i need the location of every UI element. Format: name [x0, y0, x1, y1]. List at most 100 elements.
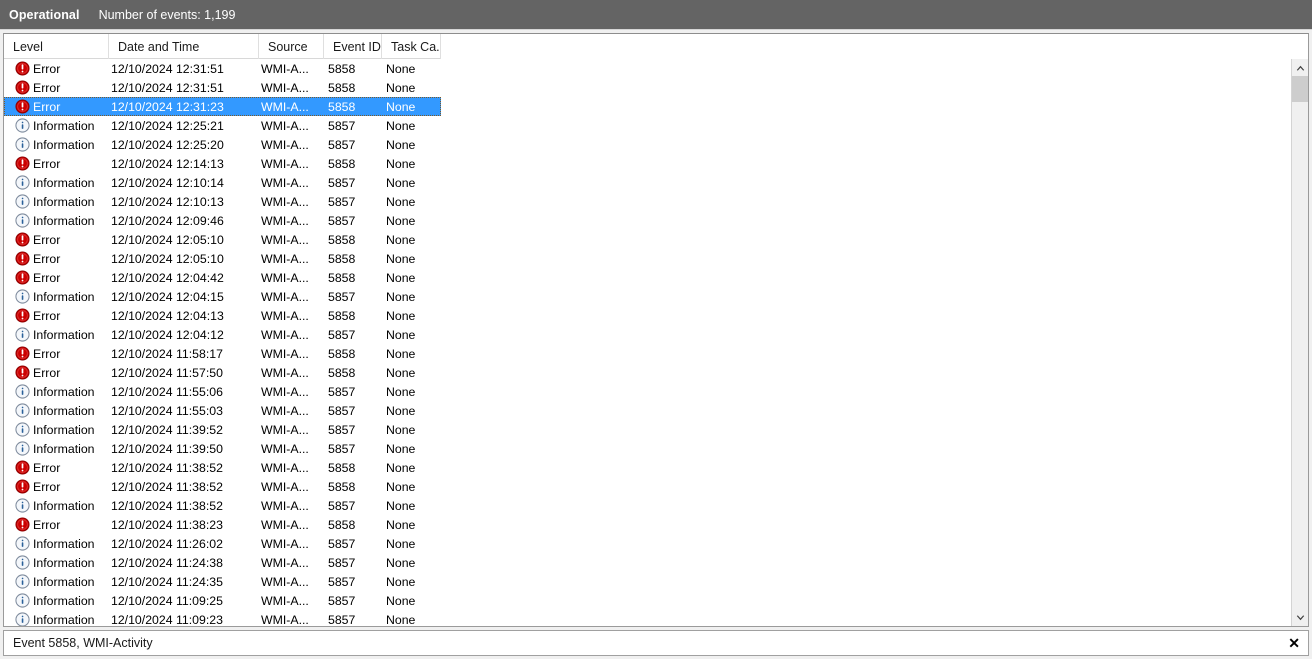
cell-level: Error [4, 346, 109, 361]
cell-source: WMI-A... [261, 593, 309, 608]
scroll-up-button[interactable] [1292, 59, 1308, 76]
table-row[interactable]: Error 12/10/2024 11:58:17 WMI-A... 5858 None [4, 344, 1308, 363]
table-row[interactable]: Information 12/10/2024 11:09:23 WMI-A... 58… [4, 610, 1308, 626]
table-row[interactable]: Information 12/10/2024 12:25:20 WMI-A... 58… [4, 135, 1308, 154]
table-row[interactable]: Error 12/10/2024 11:38:23 WMI-A... 5858 None [4, 515, 1308, 534]
table-row[interactable]: Error 12/10/2024 12:14:13 WMI-A... 5858 None [4, 154, 1308, 173]
table-row[interactable]: Information 12/10/2024 11:39:50 WMI-A... 58… [4, 439, 1308, 458]
table-row[interactable]: Information 12/10/2024 12:25:21 WMI-A... 58… [4, 116, 1308, 135]
table-row[interactable]: Error 12/10/2024 12:05:10 WMI-A... 5858 None [4, 249, 1308, 268]
cell-eventid: 5857 [328, 574, 356, 589]
cell-task: None [386, 270, 416, 285]
cell-datetime: 12/10/2024 11:09:25 [111, 593, 223, 608]
table-row[interactable]: Information 12/10/2024 12:10:14 WMI-A... 58… [4, 173, 1308, 192]
cell-source: WMI-A... [261, 612, 309, 627]
log-name: Operational [9, 7, 80, 22]
column-header-level[interactable]: Level [4, 34, 109, 59]
table-row[interactable]: Error 12/10/2024 12:31:51 WMI-A... 5858 None [4, 78, 1308, 97]
level-label: Information [33, 213, 95, 228]
cell-source: WMI-A... [261, 137, 309, 152]
table-row[interactable]: Error 12/10/2024 12:05:10 WMI-A... 5858 None [4, 230, 1308, 249]
level-label: Information [33, 194, 95, 209]
table-row[interactable]: Information 12/10/2024 12:04:12 WMI-A... 58… [4, 325, 1308, 344]
error-icon [15, 99, 30, 114]
cell-task: None [386, 555, 416, 570]
table-row[interactable]: Error 12/10/2024 12:04:13 WMI-A... 5858 None [4, 306, 1308, 325]
column-header-datetime[interactable]: Date and Time [109, 34, 259, 59]
cell-source: WMI-A... [261, 194, 309, 209]
column-header-row: Level Date and Time Source Event ID Task… [4, 34, 441, 59]
error-icon [15, 365, 30, 380]
cell-source: WMI-A... [261, 574, 309, 589]
cell-eventid: 5858 [328, 346, 356, 361]
table-row[interactable]: Information 12/10/2024 12:04:15 WMI-A... 58… [4, 287, 1308, 306]
error-icon [15, 517, 30, 532]
level-label: Information [33, 612, 95, 627]
error-icon [15, 80, 30, 95]
level-label: Information [33, 593, 95, 608]
information-icon [15, 422, 30, 437]
cell-level: Error [4, 232, 109, 247]
table-row[interactable]: Information 12/10/2024 11:55:03 WMI-A... 58… [4, 401, 1308, 420]
level-label: Error [33, 308, 61, 323]
close-icon[interactable]: ✕ [1288, 636, 1300, 650]
cell-eventid: 5858 [328, 156, 356, 171]
table-row[interactable]: Error 12/10/2024 11:57:50 WMI-A... 5858 None [4, 363, 1308, 382]
cell-level: Error [4, 80, 109, 95]
cell-datetime: 12/10/2024 11:09:23 [111, 612, 223, 627]
cell-source: WMI-A... [261, 156, 309, 171]
event-list-body[interactable]: Error 12/10/2024 12:31:51 WMI-A... 5858 None… [4, 59, 1308, 626]
cell-task: None [386, 194, 416, 209]
cell-level: Information [4, 327, 109, 342]
cell-eventid: 5857 [328, 555, 356, 570]
table-row[interactable]: Information 12/10/2024 11:26:02 WMI-A... 58… [4, 534, 1308, 553]
level-label: Error [33, 99, 61, 114]
table-row[interactable]: Information 12/10/2024 11:24:38 WMI-A... 58… [4, 553, 1308, 572]
table-row[interactable]: Error 12/10/2024 12:31:51 WMI-A... 5858 None [4, 59, 1308, 78]
error-icon [15, 460, 30, 475]
cell-level: Information [4, 555, 109, 570]
cell-eventid: 5857 [328, 327, 356, 342]
table-row[interactable]: Information 12/10/2024 11:39:52 WMI-A... 58… [4, 420, 1308, 439]
cell-level: Information [4, 441, 109, 456]
cell-level: Information [4, 137, 109, 152]
table-row[interactable]: Information 12/10/2024 11:55:06 WMI-A... 58… [4, 382, 1308, 401]
cell-datetime: 12/10/2024 11:38:52 [111, 498, 223, 513]
status-bar: Event 5858, WMI-Activity ✕ [3, 630, 1309, 656]
table-row[interactable]: Information 12/10/2024 11:24:35 WMI-A... 58… [4, 572, 1308, 591]
table-row[interactable]: Error 12/10/2024 12:04:42 WMI-A... 5858 None [4, 268, 1308, 287]
table-row[interactable]: Information 12/10/2024 11:38:52 WMI-A... 58… [4, 496, 1308, 515]
cell-datetime: 12/10/2024 11:39:50 [111, 441, 223, 456]
table-row[interactable]: Error 12/10/2024 11:38:52 WMI-A... 5858 None [4, 477, 1308, 496]
scroll-down-button[interactable] [1292, 609, 1308, 626]
cell-eventid: 5857 [328, 175, 356, 190]
cell-level: Information [4, 536, 109, 551]
cell-level: Error [4, 156, 109, 171]
table-row[interactable]: Error 12/10/2024 11:38:52 WMI-A... 5858 None [4, 458, 1308, 477]
column-header-task[interactable]: Task Ca... [382, 34, 441, 59]
cell-task: None [386, 156, 416, 171]
cell-eventid: 5857 [328, 612, 356, 627]
error-icon [15, 479, 30, 494]
cell-source: WMI-A... [261, 403, 309, 418]
table-row[interactable]: Information 12/10/2024 12:09:46 WMI-A... 58… [4, 211, 1308, 230]
cell-task: None [386, 213, 416, 228]
vertical-scrollbar[interactable] [1291, 59, 1308, 626]
cell-level: Information [4, 593, 109, 608]
cell-task: None [386, 403, 416, 418]
scrollbar-track[interactable] [1292, 76, 1308, 609]
error-icon [15, 346, 30, 361]
event-count-label: Number of events: 1,199 [98, 7, 236, 22]
cell-task: None [386, 441, 416, 456]
column-header-source[interactable]: Source [259, 34, 324, 59]
table-row[interactable]: Information 12/10/2024 11:09:25 WMI-A... 58… [4, 591, 1308, 610]
cell-level: Error [4, 479, 109, 494]
table-row[interactable]: Error 12/10/2024 12:31:23 WMI-A... 5858 None [4, 97, 441, 116]
table-row[interactable]: Information 12/10/2024 12:10:13 WMI-A... 58… [4, 192, 1308, 211]
cell-source: WMI-A... [261, 232, 309, 247]
column-header-eventid[interactable]: Event ID [324, 34, 382, 59]
cell-level: Information [4, 175, 109, 190]
level-label: Error [33, 232, 61, 247]
scrollbar-thumb[interactable] [1292, 76, 1308, 102]
cell-datetime: 12/10/2024 12:14:13 [111, 156, 224, 171]
